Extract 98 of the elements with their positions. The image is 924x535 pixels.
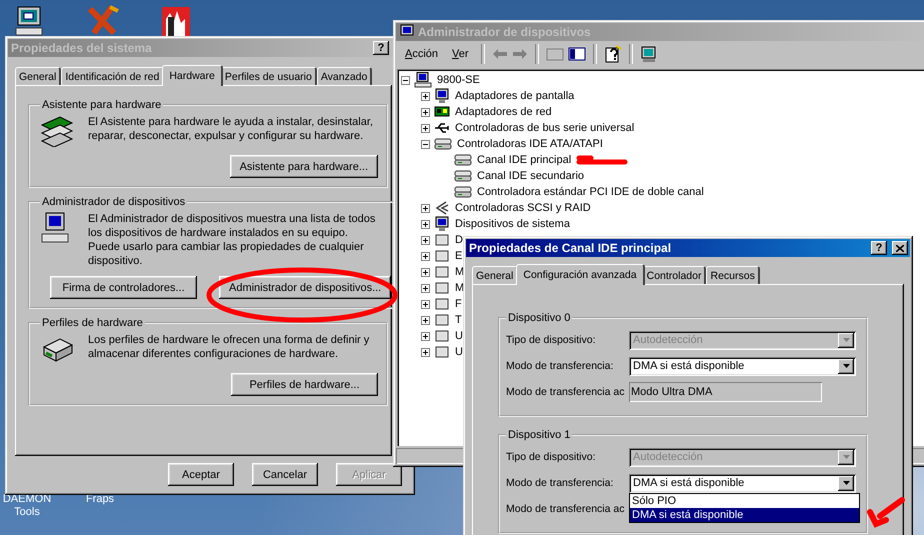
description-text: El Administrador de dispositivos muestra una lista de todos los dispositivos de hardware instalados en su equipo. Puede usarlo para cambiar las propiedades de cualquier dispositivo. (88, 212, 376, 268)
expander-icon[interactable] (421, 268, 430, 276)
action-button[interactable]: Perfiles de hardware... (231, 373, 378, 396)
tree-item[interactable]: Canal IDE principal (477, 154, 572, 166)
field-label: Modo de transferencia: (506, 477, 614, 489)
tree-item[interactable]: T (455, 314, 462, 326)
tab[interactable]: Controlador (642, 266, 706, 284)
window-title: Propiedades de Canal IDE principal (469, 241, 672, 255)
drive-icon (454, 152, 472, 168)
device-icon (434, 264, 450, 280)
field-label: Modo de transferencia ac (506, 386, 626, 398)
caret-icon (842, 364, 850, 368)
menu-item[interactable]: Acción (400, 46, 444, 62)
action-button[interactable]: Asistente para hardware... (230, 155, 378, 178)
group-title: Dispositivo 1 (507, 429, 572, 441)
device-icon (434, 296, 450, 312)
field-label: Modo de transferencia ac (506, 503, 626, 515)
tree-item[interactable]: 9800-SE (437, 74, 480, 86)
drive-icon (454, 168, 472, 184)
expander-icon[interactable] (401, 76, 410, 84)
drive-icon (434, 136, 452, 152)
tree-item[interactable]: Canal IDE secundario (477, 170, 584, 182)
tree-item[interactable]: E (455, 250, 462, 262)
cross-icon[interactable] (86, 5, 120, 36)
expander-icon[interactable] (421, 204, 430, 212)
description-text: El Asistente para hardware le ayuda a instalar, desinstalar, reparar, desconectar, expulsar y configurar su hardware. (88, 115, 374, 143)
device-icon (434, 280, 450, 296)
panel-icon[interactable] (568, 46, 586, 62)
caret-icon (842, 338, 850, 342)
action-button[interactable]: Firma de controladores... (50, 276, 197, 299)
tab[interactable]: Avanzado (316, 67, 372, 85)
circuit-board-icon (40, 115, 74, 147)
menu-item[interactable]: Ver (447, 46, 474, 62)
expander-icon[interactable] (421, 140, 430, 148)
close-icon (896, 244, 904, 252)
description-text: Los perfiles de hardware le ofrecen una forma de definir y almacenar diferentes configuraciones de hardware. (88, 333, 370, 361)
tree-item[interactable]: Controladora estándar PCI IDE de doble canal (477, 186, 704, 198)
tab[interactable]: Recursos (706, 266, 760, 284)
dialog-button[interactable]: Cancelar (252, 463, 318, 486)
field-label: Modo de transferencia: (506, 360, 614, 372)
device-icon (434, 248, 450, 264)
close-button[interactable] (892, 241, 908, 255)
help-icon[interactable] (604, 45, 622, 63)
expander-icon[interactable] (421, 300, 430, 308)
group-title: Perfiles de hardware (41, 317, 144, 329)
expander-icon[interactable] (421, 236, 430, 244)
tree-item[interactable]: F (455, 298, 462, 310)
field-label: Tipo de dispositivo: (506, 334, 596, 346)
expander-icon[interactable] (421, 92, 430, 100)
tab[interactable]: Perfiles de usuario (220, 67, 317, 85)
group-title: Dispositivo 0 (507, 312, 572, 324)
chevron-icon (434, 200, 450, 216)
caret-icon (842, 455, 850, 459)
icon-label[interactable]: Fraps (75, 493, 125, 506)
tree-item[interactable]: Adaptadores de pantalla (455, 90, 574, 102)
drive-icon (454, 184, 472, 200)
device-icon (434, 328, 450, 344)
expander-icon[interactable] (421, 108, 430, 116)
device-icon (434, 232, 450, 248)
tab[interactable]: General (472, 266, 518, 284)
expander-icon[interactable] (421, 124, 430, 132)
expander-icon[interactable] (421, 252, 430, 260)
dropdown[interactable]: DMA si está disponible (629, 356, 856, 376)
computer-icon (434, 216, 450, 232)
tree-item[interactable]: Controladoras de bus serie universal (455, 122, 634, 134)
expander-icon[interactable] (421, 284, 430, 292)
dropdown-option[interactable]: Sólo PIO (630, 494, 859, 508)
field-label: Tipo de dispositivo: (506, 451, 596, 463)
tree-item[interactable]: U (455, 346, 463, 358)
action-button[interactable]: Administrador de dispositivos... (219, 276, 392, 299)
expander-icon[interactable] (421, 332, 430, 340)
tree-item[interactable]: Controladoras SCSI y RAID (455, 202, 591, 214)
expander-icon[interactable] (421, 220, 430, 228)
dialog-button[interactable]: Aceptar (168, 463, 234, 486)
help-button[interactable]: ? (871, 241, 887, 255)
expander-icon[interactable] (421, 316, 430, 324)
tree-item[interactable]: U (455, 330, 463, 342)
group-title: Administrador de dispositivos (41, 196, 186, 208)
computer-icon (414, 72, 432, 88)
tree-item[interactable]: D (455, 234, 463, 246)
device-icon (434, 344, 450, 360)
scribble-arrow (866, 496, 906, 528)
monitor-icon (434, 88, 450, 104)
dropdown-option[interactable]: DMA si está disponible (630, 508, 859, 522)
tab[interactable]: Identificación de red (61, 67, 164, 85)
app-icon[interactable] (162, 5, 190, 36)
tree-item[interactable]: Controladoras IDE ATA/ATAPI (457, 138, 603, 150)
expander-icon[interactable] (421, 348, 430, 356)
tab[interactable]: Hardware (162, 65, 223, 86)
scribble-mark (576, 153, 628, 167)
group-title: Asistente para hardware (41, 99, 162, 111)
tree-item[interactable]: Adaptadores de red (455, 106, 552, 118)
computer-icon[interactable] (640, 45, 658, 63)
tab[interactable]: General (15, 67, 62, 85)
tab[interactable]: Configuración avanzada (516, 264, 645, 285)
device-icon (434, 312, 450, 328)
tree-item[interactable]: Dispositivos de sistema (455, 218, 570, 230)
caret-icon (842, 481, 850, 485)
